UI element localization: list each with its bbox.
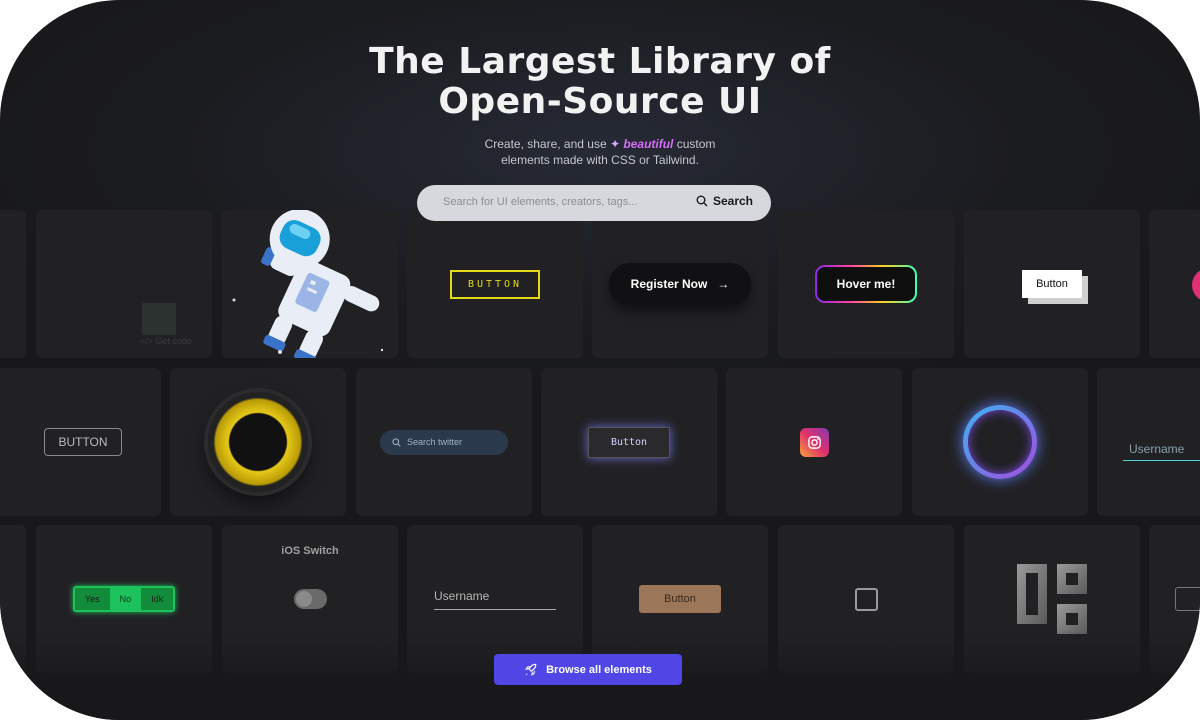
- segmented-choice[interactable]: Yes No Idk: [72, 586, 176, 612]
- element-card[interactable]: [1149, 525, 1200, 673]
- username-input-cyan[interactable]: Username: [1123, 438, 1200, 461]
- title-line-2: Open-Source UI: [438, 81, 762, 122]
- hero-subtitle: Create, share, and use ✦ beautiful custo…: [0, 136, 1200, 168]
- title-line-1: The Largest Library of: [369, 41, 831, 82]
- search-icon: [392, 437, 401, 447]
- neon-ring-loader: [963, 405, 1037, 479]
- partial-input-box: [1175, 587, 1200, 611]
- element-card[interactable]: [912, 368, 1088, 516]
- element-card-astronaut[interactable]: [222, 210, 398, 358]
- search-button-label: Search: [712, 194, 753, 208]
- choice-no[interactable]: No: [109, 588, 142, 610]
- register-now-button[interactable]: Register Now →: [608, 263, 752, 305]
- search-twitter-placeholder: Search twitter: [407, 437, 463, 447]
- element-card[interactable]: Yes No Idk: [36, 525, 212, 673]
- element-card[interactable]: Button: [592, 525, 768, 673]
- subtitle-line-2: elements made with CSS or Tailwind.: [501, 153, 699, 167]
- ios-switch-toggle[interactable]: [293, 589, 327, 609]
- get-code-label: </> Get code: [140, 336, 193, 346]
- search-twitter-input[interactable]: Search twitter: [380, 429, 508, 455]
- square-tiles-loader: [1017, 564, 1087, 634]
- element-card[interactable]: Username: [1097, 368, 1200, 516]
- rocket-icon: [525, 663, 537, 676]
- element-card[interactable]: Register Now →: [592, 210, 768, 358]
- search-icon: [696, 195, 708, 207]
- element-card-get-code[interactable]: </> Get code: [36, 210, 212, 358]
- arrow-right-icon: →: [717, 277, 730, 291]
- element-card[interactable]: [778, 525, 954, 673]
- element-card[interactable]: Search twitter: [356, 368, 532, 516]
- element-card[interactable]: [170, 368, 346, 516]
- element-card[interactable]: iOS Switch: [222, 525, 398, 673]
- element-card[interactable]: [964, 525, 1140, 673]
- page-frame: The Largest Library of Open-Source UI Cr…: [0, 0, 1200, 720]
- gradient-border-button[interactable]: Hover me!: [814, 265, 918, 303]
- checkbox[interactable]: [854, 587, 878, 611]
- brown-button[interactable]: Button: [639, 585, 721, 613]
- glow-button[interactable]: Button: [587, 426, 671, 458]
- element-card[interactable]: [0, 210, 26, 358]
- search-input[interactable]: Search for UI elements, creators, tags..…: [443, 196, 637, 208]
- browse-label: Browse all elements: [546, 663, 652, 676]
- ios-switch-title: iOS Switch: [281, 545, 339, 557]
- subtitle-start: Create, share, and use: [484, 137, 607, 151]
- yellow-ring-loader: [208, 392, 308, 492]
- search-bar[interactable]: Search for UI elements, creators, tags..…: [417, 185, 771, 221]
- choice-idk[interactable]: Idk: [141, 588, 174, 610]
- subtitle-end: custom: [676, 137, 716, 151]
- instagram-icon[interactable]: [799, 427, 829, 457]
- choice-yes[interactable]: Yes: [74, 588, 110, 610]
- hover-me-label: Hover me!: [816, 267, 916, 301]
- code-preview-square: [142, 303, 176, 335]
- 3d-button[interactable]: Button: [1022, 270, 1082, 298]
- astronaut-illustration: [232, 210, 384, 358]
- page-title: The Largest Library of Open-Source UI: [0, 0, 1200, 122]
- element-card[interactable]: [0, 525, 26, 673]
- search-button[interactable]: Search: [696, 194, 753, 208]
- toggle-knob: [295, 591, 312, 607]
- username-input-underline[interactable]: Username: [434, 589, 556, 610]
- element-card[interactable]: Username: [407, 525, 583, 673]
- outline-button[interactable]: BUTTON: [44, 428, 122, 456]
- element-card[interactable]: Hover me!: [778, 210, 954, 358]
- yellow-outline-button[interactable]: BUTTON: [449, 269, 541, 299]
- hero-section: The Largest Library of Open-Source UI Cr…: [0, 0, 1200, 168]
- pink-circle-element: [1192, 268, 1200, 302]
- element-card[interactable]: Button: [541, 368, 717, 516]
- element-card[interactable]: [726, 368, 902, 516]
- element-card[interactable]: BUTTON: [407, 210, 583, 358]
- element-card[interactable]: Button: [964, 210, 1140, 358]
- element-card[interactable]: BUTTON: [0, 368, 161, 516]
- subtitle-highlight: beautiful: [623, 137, 674, 151]
- element-card[interactable]: [1149, 210, 1200, 358]
- browse-all-elements-button[interactable]: Browse all elements: [494, 654, 682, 685]
- sparkle-icon: ✦: [609, 137, 621, 151]
- register-now-label: Register Now: [630, 277, 708, 291]
